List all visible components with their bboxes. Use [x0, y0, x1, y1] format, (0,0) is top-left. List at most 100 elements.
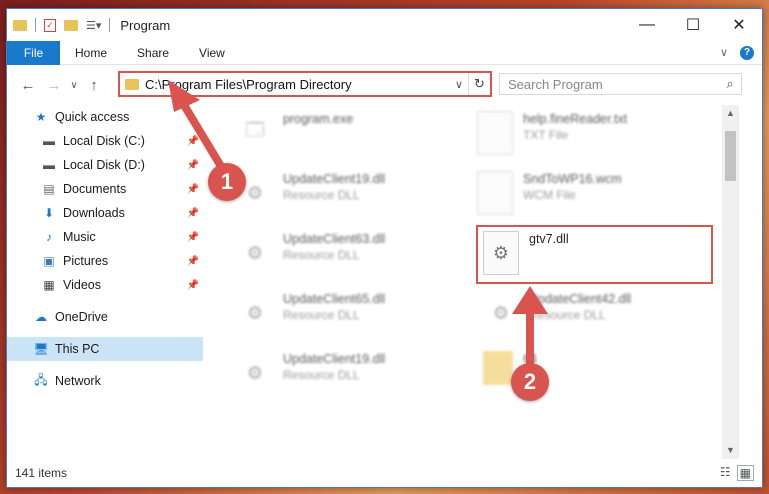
star-icon: ★: [35, 110, 47, 124]
dll-gear-icon: ⚙: [492, 302, 510, 323]
ribbon-right: ∨ ?: [720, 45, 762, 60]
file-icon: [477, 171, 513, 215]
sidebar-item-quick-access[interactable]: ★ Quick access: [7, 105, 203, 129]
navigation-pane: ★ Quick access ▬ Local Disk (C:) 📌 ▬ Loc…: [7, 105, 203, 459]
file-type: Resource DLL: [283, 308, 360, 322]
sidebar-item-label: Downloads: [63, 206, 125, 220]
large-icons-view-icon[interactable]: ▦: [736, 465, 754, 481]
help-icon[interactable]: ?: [740, 45, 754, 60]
file-list: 🗔 program.exe help.fineReader.txt TXT Fil…: [207, 105, 739, 459]
properties-icon[interactable]: ✓: [44, 18, 56, 32]
back-arrow-icon[interactable]: ←: [15, 77, 41, 94]
address-path[interactable]: C:\Program Files\Program Directory: [145, 77, 352, 92]
videos-icon: ▦: [43, 278, 55, 292]
step-badge-1: 1: [208, 163, 246, 201]
file-type: Resource DLL: [283, 248, 360, 262]
exe-icon: 🗔: [245, 120, 265, 140]
folder-icon: [125, 78, 139, 90]
file-type: TXT File: [523, 128, 569, 142]
tab-home[interactable]: Home: [60, 46, 122, 60]
chevron-down-icon[interactable]: ∨: [720, 46, 728, 59]
search-input[interactable]: Search Program ⌕: [499, 73, 742, 95]
sidebar-item-documents[interactable]: ▤ Documents 📌: [7, 177, 203, 201]
sidebar-item-network[interactable]: 🖧 Network: [7, 369, 203, 393]
pin-icon[interactable]: 📌: [187, 160, 199, 171]
sidebar-item-label: Documents: [63, 182, 127, 196]
scroll-up-icon[interactable]: ▲: [722, 105, 739, 122]
file-item[interactable]: 🗔 program.exe: [237, 111, 467, 163]
sidebar-item-label: This PC: [55, 342, 100, 356]
drive-icon: ▬: [43, 134, 55, 148]
details-view-icon[interactable]: ☷: [720, 465, 731, 481]
pin-icon[interactable]: 📌: [187, 256, 199, 267]
file-type: Resource DLL: [283, 188, 360, 202]
sidebar-item-videos[interactable]: ▦ Videos 📌: [7, 273, 203, 297]
customize-toolbar-icon[interactable]: ☰▾: [86, 19, 101, 32]
sidebar-item-local-disk-c[interactable]: ▬ Local Disk (C:) 📌: [7, 129, 203, 153]
sidebar-item-label: Music: [63, 230, 96, 244]
sidebar-item-music[interactable]: ♪ Music 📌: [7, 225, 203, 249]
sidebar-item-label: Pictures: [63, 254, 109, 268]
downloads-icon: ⬇: [43, 206, 55, 220]
pin-icon[interactable]: 📌: [187, 136, 199, 147]
sidebar-item-local-disk-d[interactable]: ▬ Local Disk (D:) 📌: [7, 153, 203, 177]
new-folder-icon[interactable]: [64, 19, 78, 31]
pin-icon[interactable]: 📌: [187, 232, 199, 243]
file-item[interactable]: ⚙ UpdateClient42.dll Resource DLL: [483, 291, 713, 343]
minimize-button[interactable]: —: [624, 9, 670, 41]
up-arrow-icon[interactable]: ↑: [81, 77, 107, 94]
address-bar[interactable]: C:\Program Files\Program Directory ∨ ↻: [118, 71, 492, 97]
sidebar-item-label: Local Disk (D:): [63, 158, 145, 172]
file-name: UpdateClient65.dll: [283, 292, 386, 306]
file-item[interactable]: ⚙ UpdateClient19.dll Resource DLL: [237, 351, 467, 403]
window-title: Program: [120, 17, 171, 33]
refresh-icon[interactable]: ↻: [468, 73, 490, 95]
sidebar-item-label: Network: [55, 374, 101, 388]
sidebar-item-this-pc[interactable]: 🖥 This PC: [7, 337, 203, 361]
file-type: Resource DLL: [283, 368, 360, 382]
tab-file[interactable]: File: [7, 40, 60, 65]
file-item[interactable]: ⚙ UpdateClient63.dll Resource DLL: [237, 231, 467, 283]
tab-view[interactable]: View: [184, 46, 240, 60]
file-name: program.exe: [283, 112, 354, 126]
navigation-bar: ← → ∨ ↑ C:\Program Files\Program Directo…: [7, 65, 762, 105]
pictures-icon: ▣: [43, 254, 55, 268]
search-icon[interactable]: ⌕: [719, 76, 741, 92]
file-name: help.fineReader.txt: [523, 112, 628, 126]
scrollbar-thumb[interactable]: [725, 131, 736, 181]
recent-locations-icon[interactable]: ∨: [67, 80, 81, 91]
folder-icon[interactable]: [13, 19, 27, 31]
window-controls: — ☐ ✕: [624, 9, 762, 41]
file-name: UpdateClient63.dll: [283, 232, 386, 246]
highlight-box: [476, 225, 713, 284]
documents-icon: ▤: [43, 182, 55, 196]
ribbon-tabs: File Home Share View ∨ ?: [7, 40, 762, 65]
file-type: WCM File: [523, 188, 576, 202]
sidebar-item-pictures[interactable]: ▣ Pictures 📌: [7, 249, 203, 273]
maximize-button[interactable]: ☐: [670, 9, 716, 41]
step-badge-2: 2: [511, 363, 549, 401]
status-bar: 141 items ☷ ▦: [7, 459, 762, 487]
close-button[interactable]: ✕: [716, 9, 762, 41]
drive-icon: ▬: [43, 158, 55, 172]
explorer-window: ✓ ☰▾ Program — ☐ ✕ File Home Share View …: [6, 8, 763, 488]
tab-share[interactable]: Share: [122, 46, 184, 60]
forward-arrow-icon[interactable]: →: [41, 77, 67, 94]
sidebar-item-onedrive[interactable]: ☁ OneDrive: [7, 305, 203, 329]
file-item[interactable]: ⚙ UpdateClient65.dll Resource DLL: [237, 291, 467, 343]
item-count: 141 items: [15, 466, 68, 480]
scroll-down-icon[interactable]: ▼: [722, 442, 739, 459]
vertical-scrollbar[interactable]: ▲ ▼: [722, 105, 739, 459]
pin-icon[interactable]: 📌: [187, 184, 199, 195]
sidebar-item-label: Quick access: [55, 110, 130, 124]
chevron-down-icon[interactable]: ∨: [450, 78, 468, 91]
sidebar-item-downloads[interactable]: ⬇ Downloads 📌: [7, 201, 203, 225]
pin-icon[interactable]: 📌: [187, 280, 199, 291]
file-item[interactable]: SndToWP16.wcm WCM File: [477, 171, 707, 223]
file-type: Resource DLL: [529, 308, 606, 322]
file-item[interactable]: ⚙ UpdateClient19.dll Resource DLL: [237, 171, 467, 223]
pin-icon[interactable]: 📌: [187, 208, 199, 219]
cloud-icon: ☁: [35, 310, 47, 324]
file-item[interactable]: help.fineReader.txt TXT File: [477, 111, 707, 163]
text-file-icon: [477, 111, 513, 155]
